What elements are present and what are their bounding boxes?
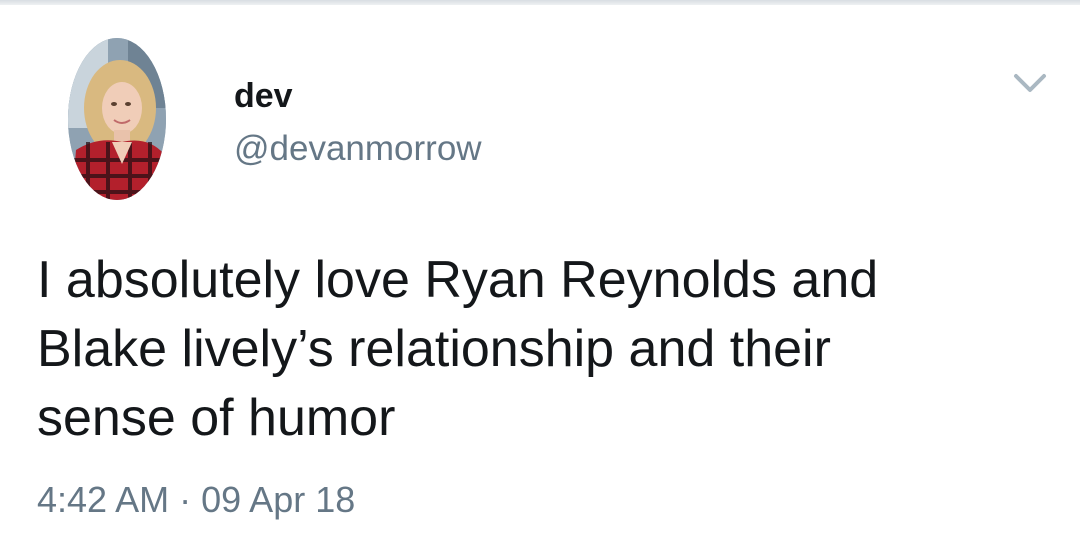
timestamp: 4:42 AM · 09 Apr 18 <box>37 478 355 522</box>
avatar[interactable] <box>68 38 166 200</box>
avatar-image <box>68 38 166 200</box>
tweet-date: 09 Apr 18 <box>201 479 356 520</box>
display-name[interactable]: dev <box>234 76 293 116</box>
tweet-text: I absolutely love Ryan Reynolds and Blak… <box>37 246 1027 453</box>
tweet-text-line: Blake lively’s relationship and their <box>37 320 831 378</box>
user-handle[interactable]: @devanmorrow <box>234 128 482 170</box>
tweet-text-line: I absolutely love Ryan Reynolds and <box>37 251 879 309</box>
tweet-time: 4:42 AM <box>37 479 170 520</box>
timestamp-separator: · <box>179 479 192 520</box>
chevron-down-icon[interactable] <box>1008 66 1052 100</box>
tweet-text-line: sense of humor <box>37 389 396 447</box>
tweet-card: dev @devanmorrow I absolutely love Ryan … <box>0 0 1080 557</box>
